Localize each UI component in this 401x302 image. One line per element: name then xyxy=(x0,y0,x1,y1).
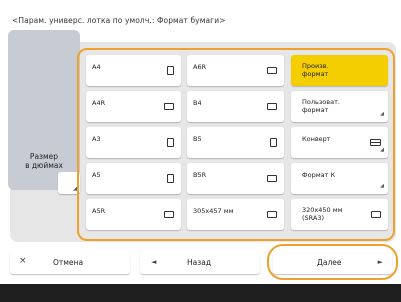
landscape-sheet-icon xyxy=(267,67,277,74)
landscape-sheet-icon xyxy=(371,211,381,218)
paper-size-b4[interactable]: B4 xyxy=(187,91,284,122)
landscape-sheet-icon xyxy=(164,103,174,110)
paper-size-b5[interactable]: B5 xyxy=(187,127,284,158)
back-button[interactable]: ◄ Назад xyxy=(140,250,260,274)
landscape-sheet-icon xyxy=(164,211,174,218)
paper-size-sra3[interactable]: 320x450 мм (SRA3) xyxy=(291,199,388,230)
paper-size-a5r[interactable]: A5R xyxy=(86,199,181,230)
close-icon: × xyxy=(19,256,27,266)
portrait-sheet-icon xyxy=(270,138,277,147)
expand-arrow-icon: ◢ xyxy=(380,147,384,153)
portrait-sheet-icon xyxy=(167,174,174,183)
expand-arrow-icon: ◢ xyxy=(380,183,384,189)
landscape-sheet-icon xyxy=(267,211,277,218)
cancel-button[interactable]: × Отмена xyxy=(10,250,130,274)
status-bar xyxy=(0,284,401,302)
paper-size-305x457[interactable]: 305x457 мм xyxy=(187,199,284,230)
paper-size-a4r[interactable]: A4R xyxy=(86,91,181,122)
paper-size-b5r[interactable]: B5R xyxy=(187,163,284,194)
paper-size-k-format[interactable]: Формат К ◢ xyxy=(291,163,388,194)
inch-size-group: Размер в дюймах xyxy=(8,30,80,190)
paper-size-a4[interactable]: A4 xyxy=(86,55,181,86)
inch-size-label: Размер в дюймах xyxy=(25,152,63,170)
arrow-left-icon: ◄ xyxy=(151,258,157,266)
paper-size-screen: <Парам. универс. лотка по умолч.: Формат… xyxy=(0,0,401,302)
paper-size-a6r[interactable]: A6R xyxy=(187,55,284,86)
paper-size-a3[interactable]: A3 xyxy=(86,127,181,158)
paper-size-free-size[interactable]: Произв. формат xyxy=(291,55,388,86)
paper-size-a5[interactable]: A5 xyxy=(86,163,181,194)
paper-size-custom-size[interactable]: Пользоват. формат ◢ xyxy=(291,91,388,122)
landscape-sheet-icon xyxy=(267,103,277,110)
landscape-sheet-icon xyxy=(267,175,277,182)
arrow-right-icon: ► xyxy=(377,258,383,266)
next-button[interactable]: Далее ► xyxy=(273,250,392,274)
expand-arrow-icon: ◢ xyxy=(380,111,384,117)
page-title: <Парам. универс. лотка по умолч.: Формат… xyxy=(12,16,226,25)
envelope-icon xyxy=(370,139,381,146)
portrait-sheet-icon xyxy=(167,138,174,147)
paper-size-envelope[interactable]: Конверт ◢ xyxy=(291,127,388,158)
portrait-sheet-icon xyxy=(167,66,174,75)
